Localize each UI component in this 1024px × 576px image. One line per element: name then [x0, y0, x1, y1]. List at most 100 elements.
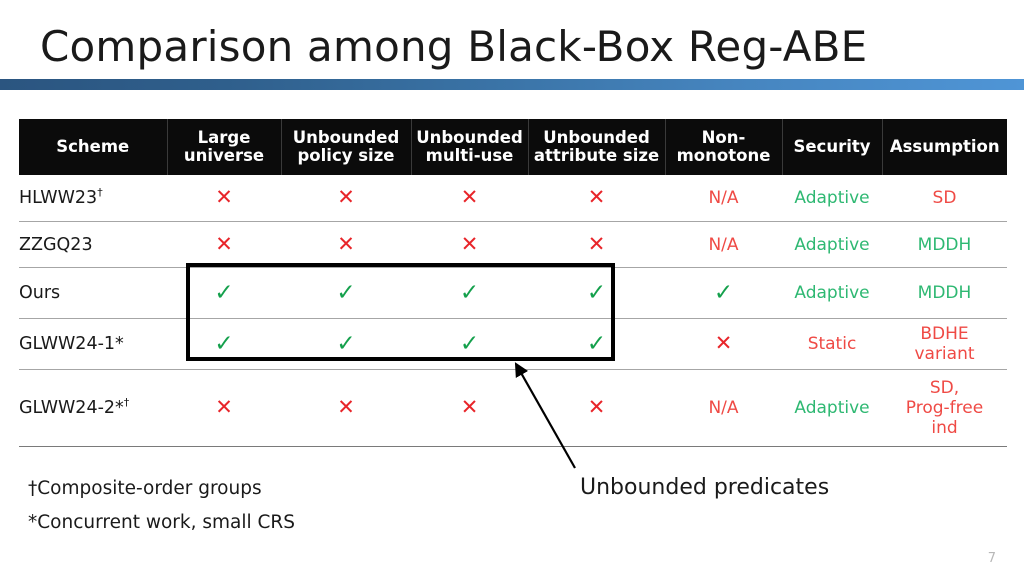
table-row: GLWW24-1* ✓ ✓ ✓ ✓ ✕ Static BDHE variant: [19, 318, 1007, 370]
cell-unbounded-multi-use: ✕: [411, 221, 528, 268]
scheme-name: HLWW23: [19, 188, 98, 208]
page-number: 7: [987, 551, 996, 566]
cross-icon: ✕: [460, 395, 479, 419]
column-header-large-universe: Large universe: [166, 119, 282, 175]
cell-unbounded-multi-use: ✓: [411, 318, 528, 370]
check-icon: ✓: [336, 279, 356, 306]
value-text: N/A: [708, 398, 739, 418]
check-icon: ✓: [459, 330, 480, 357]
check-icon: ✓: [586, 279, 607, 306]
header-line: Security: [793, 137, 871, 157]
scheme-name: ZZGQ23: [19, 234, 93, 255]
check-icon: ✓: [713, 279, 734, 306]
cell-assumption: MDDH: [882, 267, 1007, 319]
check-icon: ✓: [214, 330, 234, 357]
cross-icon: ✕: [215, 185, 233, 209]
header-line: monotone: [676, 146, 771, 165]
cross-icon: ✕: [337, 231, 355, 256]
cell-non-monotone: ✓: [665, 267, 782, 319]
value-text: Static: [807, 334, 857, 354]
header-line: attribute size: [533, 146, 660, 165]
cell-assumption: MDDH: [882, 221, 1007, 268]
cell-non-monotone: N/A: [665, 221, 782, 268]
cell-unbounded-attribute-size: ✓: [528, 318, 665, 370]
cell-unbounded-policy-size: ✕: [281, 369, 411, 447]
cell-assumption: SD: [882, 175, 1007, 222]
check-icon: ✓: [214, 279, 234, 306]
cross-icon: ✕: [337, 395, 355, 419]
cell-unbounded-attribute-size: ✕: [528, 221, 665, 268]
cross-icon: ✕: [587, 395, 606, 419]
cell-large-universe: ✕: [167, 175, 281, 222]
column-header-unbounded-policy-size: Unbounded policy size: [280, 119, 412, 175]
value-text: SD: [932, 187, 957, 208]
cell-non-monotone: ✕: [665, 318, 782, 370]
cross-icon: ✕: [460, 185, 479, 209]
cell-scheme: GLWW24-2*†: [19, 369, 167, 447]
value-text: Adaptive: [794, 234, 870, 255]
header-line: multi-use: [425, 146, 514, 165]
value-text: MDDH: [917, 234, 972, 255]
cell-unbounded-policy-size: ✕: [281, 221, 411, 268]
header-line: Scheme: [56, 137, 130, 157]
header-line: Unbounded: [543, 128, 650, 148]
value-text: Adaptive: [794, 283, 870, 303]
check-icon: ✓: [586, 330, 607, 357]
value-text: MDDH: [917, 283, 972, 303]
cell-unbounded-attribute-size: ✓: [528, 267, 665, 319]
header-line: Unbounded: [292, 128, 400, 148]
scheme-name: GLWW24-1*: [19, 334, 124, 354]
header-line: Large: [197, 128, 251, 148]
cell-large-universe: ✕: [167, 221, 281, 268]
cell-large-universe: ✓: [167, 318, 281, 370]
scheme-superscript: †: [97, 186, 103, 200]
value-text: BDHE: [920, 323, 969, 344]
cell-unbounded-policy-size: ✓: [281, 267, 411, 319]
cross-icon: ✕: [587, 185, 606, 209]
cell-non-monotone: N/A: [665, 175, 782, 222]
column-header-non-monotone: Non- monotone: [664, 119, 783, 175]
cell-security: Adaptive: [782, 267, 882, 319]
cross-icon: ✕: [460, 231, 479, 256]
cell-assumption: BDHE variant: [882, 318, 1007, 370]
cell-scheme: HLWW23†: [19, 175, 167, 222]
column-header-assumption: Assumption: [881, 119, 1007, 175]
cross-icon: ✕: [714, 331, 733, 355]
cell-unbounded-multi-use: ✓: [411, 267, 528, 319]
comparison-table: Scheme Large universe Unbounded policy s…: [19, 119, 1007, 447]
cell-security: Adaptive: [782, 221, 882, 268]
column-header-unbounded-attribute-size: Unbounded attribute size: [527, 119, 666, 175]
footnote-asterisk: *Concurrent work, small CRS: [28, 512, 296, 533]
scheme-name: Ours: [19, 283, 61, 303]
cell-unbounded-multi-use: ✕: [411, 369, 528, 447]
header-line: Assumption: [889, 137, 1000, 157]
table-row: GLWW24-2*† ✕ ✕ ✕ ✕ N/A Adaptive SD, Prog…: [19, 369, 1007, 447]
value-text: N/A: [708, 188, 739, 208]
cross-icon: ✕: [337, 185, 355, 209]
cell-large-universe: ✕: [167, 369, 281, 447]
table-row: ZZGQ23 ✕ ✕ ✕ ✕ N/A Adaptive MDDH: [19, 221, 1007, 268]
cell-scheme: Ours: [19, 267, 167, 319]
value-text: ind: [931, 418, 958, 439]
value-text: N/A: [708, 234, 739, 255]
cell-large-universe: ✓: [167, 267, 281, 319]
cell-unbounded-attribute-size: ✕: [528, 369, 665, 447]
cell-scheme: GLWW24-1*: [19, 318, 167, 370]
cell-unbounded-policy-size: ✓: [281, 318, 411, 370]
scheme-name: GLWW24-2*: [19, 398, 124, 418]
title-accent-rule: [0, 79, 1024, 90]
table-row: Ours ✓ ✓ ✓ ✓ ✓ Adaptive MDDH: [19, 267, 1007, 319]
scheme-superscript: †: [123, 396, 130, 410]
cell-non-monotone: N/A: [665, 369, 782, 447]
value-text: variant: [914, 344, 975, 364]
cell-unbounded-multi-use: ✕: [411, 175, 528, 222]
header-line: universe: [183, 146, 265, 165]
cross-icon: ✕: [215, 395, 233, 419]
column-header-security: Security: [781, 119, 883, 175]
check-icon: ✓: [459, 279, 480, 306]
table-header-row: Scheme Large universe Unbounded policy s…: [19, 119, 1007, 175]
cell-assumption: SD, Prog-free ind: [882, 369, 1007, 447]
cell-unbounded-attribute-size: ✕: [528, 175, 665, 222]
cross-icon: ✕: [587, 231, 606, 256]
column-header-scheme: Scheme: [19, 119, 168, 175]
